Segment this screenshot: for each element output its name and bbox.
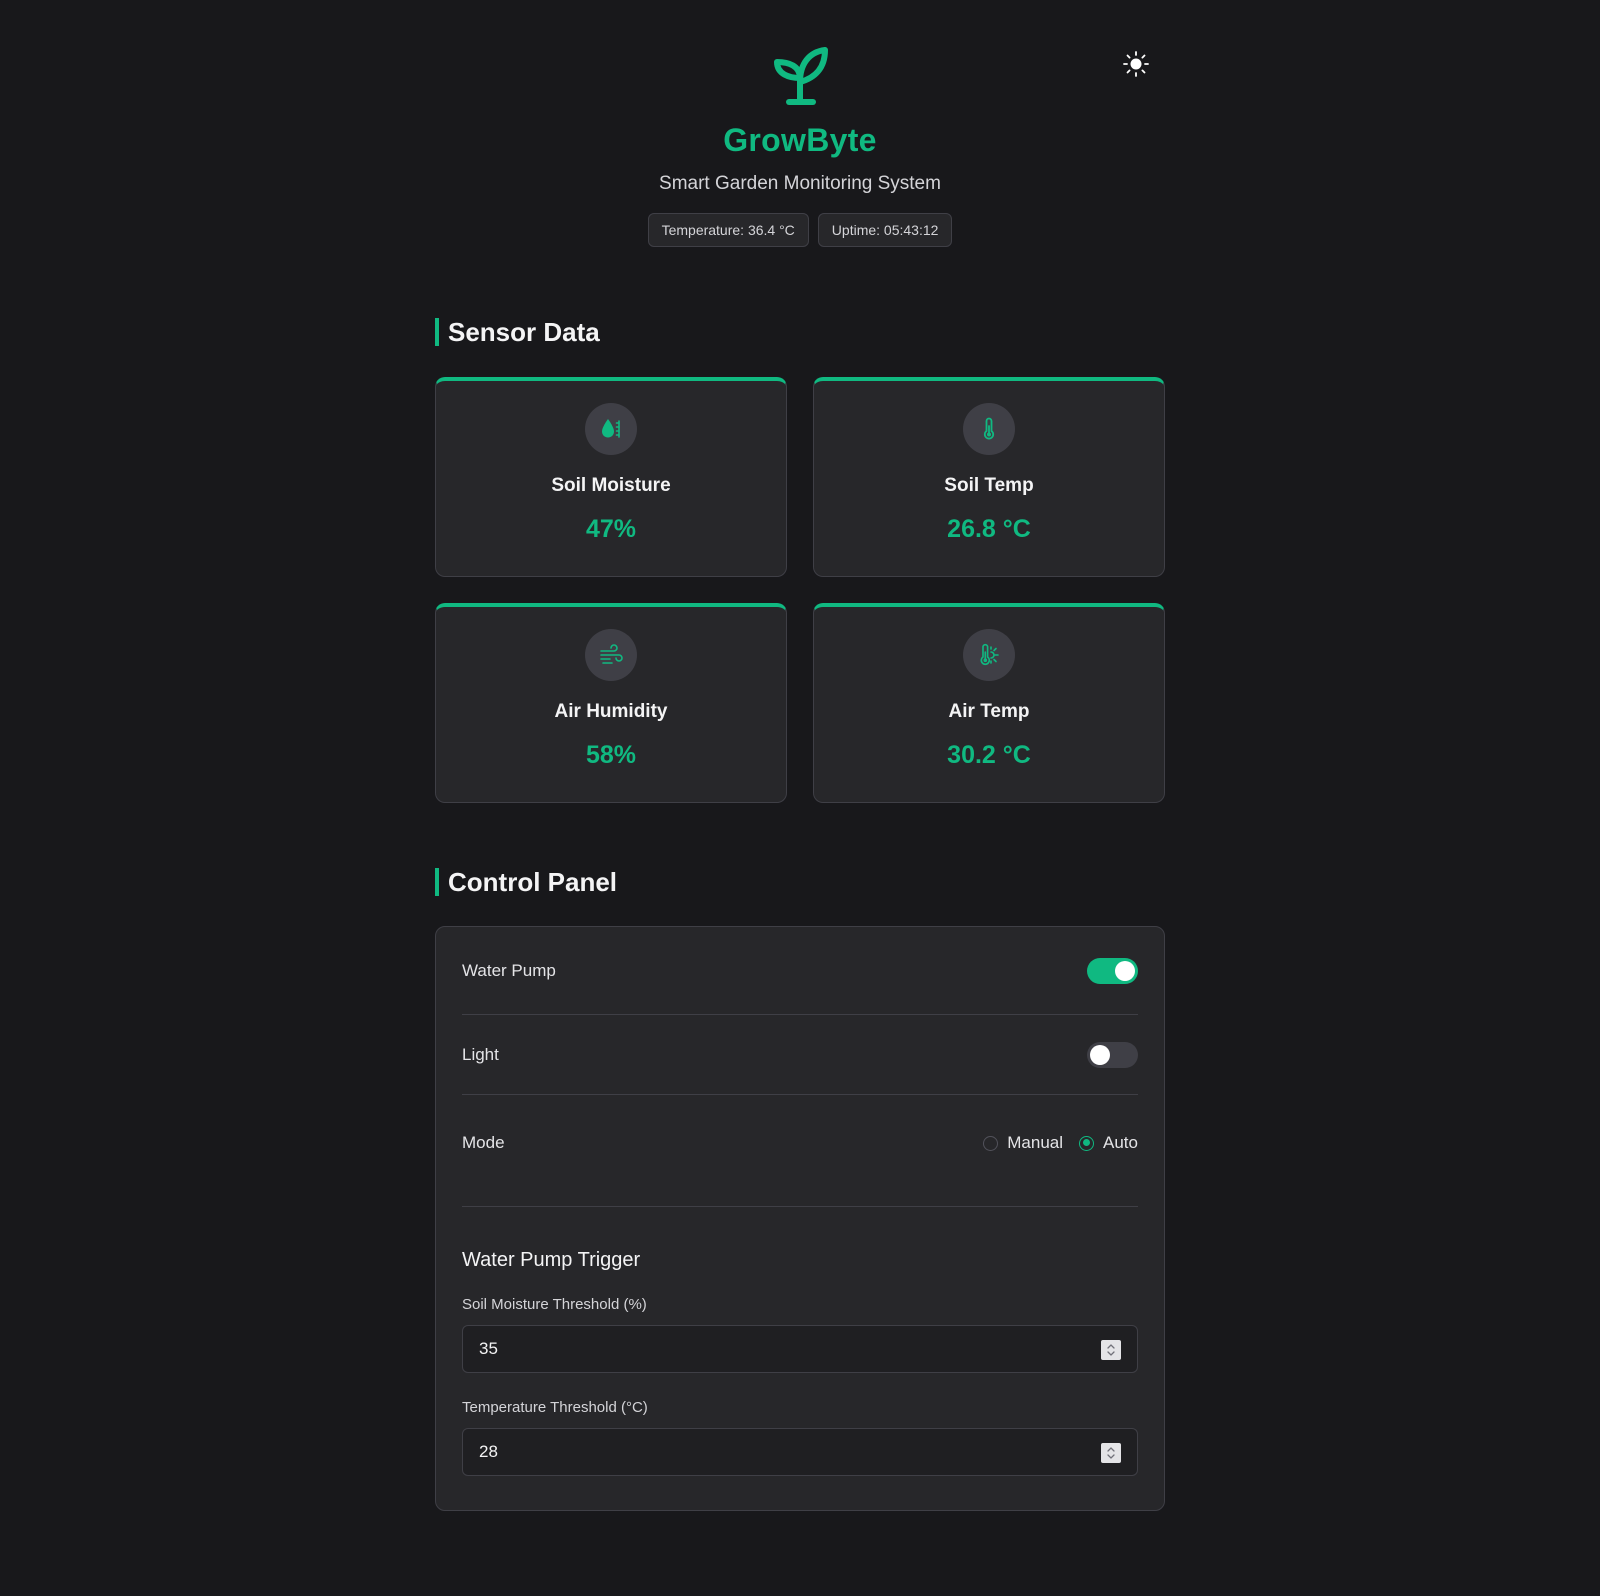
sprout-icon [765,38,835,108]
card-value: 58% [585,741,637,769]
mode-radio-group: Manual Auto [983,1133,1138,1153]
manual-label: Manual [1007,1133,1064,1152]
light-row: Light [462,1015,1138,1095]
temp-threshold-label: Temperature Threshold (°C) [462,1399,648,1416]
sensor-cards: Soil Moisture 47% Soil Temp 26.8 °C Air … [435,377,1165,803]
auto-label: Auto [1103,1133,1138,1152]
card-value: 47% [585,515,637,543]
thermometer-icon [963,403,1015,455]
stepper-icon[interactable] [1101,1340,1121,1360]
uptime-badge: Uptime: 05:43:12 [817,213,953,247]
app-title: GrowByte [723,122,877,158]
water-pump-label: Water Pump [462,960,556,980]
manual-radio[interactable] [983,1135,999,1151]
thermometer-sun-icon [963,629,1015,681]
temp-threshold-value: 28 [479,1442,498,1461]
app-header: GrowByte Smart Garden Monitoring System … [0,38,1600,247]
control-section-title: Control Panel [435,868,617,896]
mode-row: Mode Manual Auto [462,1095,1138,1207]
soil-temp-card: Soil Temp 26.8 °C [813,377,1165,577]
auto-radio[interactable] [1079,1135,1095,1151]
app-subtitle: Smart Garden Monitoring System [659,173,941,194]
water-pump-toggle[interactable] [1087,957,1138,984]
droplet-icon [585,403,637,455]
soil-threshold-value: 35 [479,1339,498,1358]
control-panel: Water Pump Light Mode Manual Auto Water … [435,926,1165,1511]
card-label: Soil Temp [944,475,1034,496]
temperature-badge: Temperature: 36.4 °C [647,213,809,247]
soil-moisture-card: Soil Moisture 47% [435,377,787,577]
card-value: 26.8 °C [947,515,1031,543]
water-pump-row: Water Pump [462,927,1138,1015]
temp-threshold-input[interactable]: 28 [462,1428,1138,1476]
air-temp-card: Air Temp 30.2 °C [813,603,1165,803]
light-label: Light [462,1044,499,1064]
card-label: Air Temp [948,701,1030,722]
trigger-heading: Water Pump Trigger [462,1249,641,1271]
stepper-icon[interactable] [1101,1443,1121,1463]
card-label: Soil Moisture [551,475,671,496]
status-badges: Temperature: 36.4 °C Uptime: 05:43:12 [0,213,1600,247]
soil-threshold-input[interactable]: 35 [462,1325,1138,1373]
mode-auto-option[interactable]: Auto [1079,1133,1138,1153]
mode-manual-option[interactable]: Manual [983,1133,1063,1153]
card-value: 30.2 °C [947,741,1031,769]
card-label: Air Humidity [554,701,668,722]
soil-threshold-label: Soil Moisture Threshold (%) [462,1296,647,1313]
light-toggle[interactable] [1087,1041,1138,1068]
mode-label: Mode [462,1133,505,1152]
air-humidity-card: Air Humidity 58% [435,603,787,803]
wind-icon [585,629,637,681]
sensor-section-title: Sensor Data [435,318,600,346]
